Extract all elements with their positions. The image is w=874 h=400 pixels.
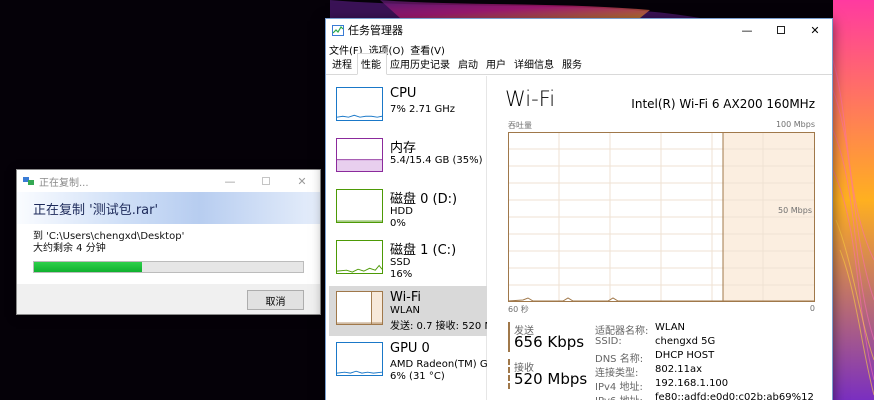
perf-item-name: 磁盘 0 (D:): [390, 192, 458, 207]
perf-item-name: Wi-Fi: [390, 290, 422, 305]
copy-dialog-title: 正在复制...: [39, 177, 89, 189]
menu-bar: 文件(F) 选项(O) 查看(V): [326, 41, 832, 57]
perf-item-detail: 7% 2.71 GHz: [390, 104, 456, 115]
property-value: chengxd 5G: [655, 336, 716, 347]
maximize-icon: [777, 26, 785, 34]
property-value: 802.11ax: [655, 364, 703, 375]
send-value: 656 Kbps: [514, 333, 585, 351]
perf-item-detail: 5.4/15.4 GB (35%): [390, 155, 483, 166]
close-icon: ✕: [810, 23, 820, 37]
perf-item-throughput: 发送: 0.7 接收: 520 Mbps: [390, 321, 487, 332]
perf-item-model: AMD Radeon(TM) Gr...: [390, 359, 487, 370]
perf-item-cpu[interactable]: CPU 7% 2.71 GHz: [329, 82, 487, 132]
perf-item-type: HDD: [390, 206, 413, 217]
perf-item-disk-1[interactable]: 磁盘 1 (C:) SSD 16%: [329, 235, 487, 285]
minimize-button[interactable]: —: [212, 170, 248, 192]
property-key: DNS 名称:: [595, 354, 644, 365]
tab-users[interactable]: 用户: [483, 56, 511, 74]
throughput-label: 吞吐量: [508, 121, 532, 130]
perf-item-gpu[interactable]: GPU 0 AMD Radeon(TM) Gr... 6% (31 °C): [329, 337, 487, 387]
property-key: IPv6 地址:: [595, 392, 643, 400]
copy-dialog-header: 正在复制 '测试包.rar': [17, 192, 320, 224]
receive-value: 520 Mbps: [514, 370, 588, 388]
property-key: IPv4 地址:: [595, 382, 643, 393]
perf-item-name: GPU 0: [390, 341, 430, 356]
property-value: 192.168.1.100: [655, 378, 729, 389]
time-span-label: 60 秒: [508, 305, 529, 314]
perf-item-memory[interactable]: 内存 5.4/15.4 GB (35%): [329, 133, 487, 183]
tab-app-history[interactable]: 应用历史记录: [387, 56, 455, 74]
max-throughput-label: 100 Mbps: [775, 120, 815, 129]
tm-maximize-button[interactable]: [764, 19, 798, 41]
tab-startup[interactable]: 启动: [455, 56, 483, 74]
perf-item-name: 内存: [390, 141, 417, 156]
perf-item-usage: 16%: [390, 269, 413, 280]
close-icon: ✕: [297, 174, 307, 188]
performance-content: CPU 7% 2.71 GHz 内存 5.4/15.4 GB (35%) 磁盘 …: [326, 76, 832, 400]
copy-remaining-time: 大约剩余 4 分钟: [33, 243, 106, 254]
tm-minimize-button[interactable]: —: [730, 19, 764, 41]
task-manager-titlebar[interactable]: 任务管理器 — ✕: [326, 19, 832, 41]
copy-headline: 正在复制 '测试包.rar': [33, 202, 159, 218]
menu-view[interactable]: 查看(V): [410, 42, 445, 57]
mid-throughput-label: 50 Mbps: [778, 206, 812, 215]
perf-item-usage: 0%: [390, 218, 406, 229]
cancel-button[interactable]: 取消: [247, 290, 304, 310]
send-indicator: [508, 322, 510, 352]
perf-item-type: SSD: [390, 257, 411, 268]
disk-1-thumbnail-graph: [336, 240, 383, 274]
maximize-button[interactable]: [248, 170, 284, 192]
perf-item-adapter: WLAN: [390, 305, 421, 316]
tm-close-button[interactable]: ✕: [798, 19, 832, 41]
zero-label: 0: [809, 304, 815, 313]
task-manager-title: 任务管理器: [348, 24, 403, 37]
property-key: SSID:: [595, 336, 622, 347]
property-value: fe80::adfd:e0d0:c02b:ab69%12: [655, 392, 814, 400]
copy-progress-fill: [34, 262, 142, 272]
perf-item-wifi[interactable]: Wi-Fi WLAN 发送: 0.7 接收: 520 Mbps: [329, 286, 487, 336]
perf-item-disk-0[interactable]: 磁盘 0 (D:) HDD 0%: [329, 184, 487, 234]
perf-item-usage: 6% (31 °C): [390, 371, 445, 382]
property-value: DHCP HOST: [655, 350, 715, 361]
tab-performance[interactable]: 性能: [357, 53, 387, 75]
property-value: WLAN: [655, 322, 686, 333]
tab-details[interactable]: 详细信息: [511, 56, 559, 74]
adapter-name: Intel(R) Wi-Fi 6 AX200 160MHz: [631, 97, 815, 111]
detail-title: Wi-Fi: [505, 87, 556, 111]
copy-progress-dialog: 正在复制... — ✕ 正在复制 '测试包.rar' 到 'C:\Users\c…: [16, 169, 321, 315]
task-manager-icon: [332, 24, 344, 36]
disk-0-thumbnail-graph: [336, 189, 383, 223]
wifi-detail-panel: Wi-Fi Intel(R) Wi-Fi 6 AX200 160MHz 吞吐量 …: [488, 76, 832, 400]
cpu-thumbnail-graph: [336, 87, 383, 121]
performance-list: CPU 7% 2.71 GHz 内存 5.4/15.4 GB (35%) 磁盘 …: [326, 76, 487, 400]
perf-item-name: CPU: [390, 86, 417, 101]
maximize-icon: [262, 177, 270, 185]
copy-dialog-body: 到 'C:\Users\chengxd\Desktop' 大约剩余 4 分钟: [17, 224, 320, 284]
minimize-icon: —: [741, 23, 753, 37]
wifi-throughput-graph: [508, 132, 815, 302]
perf-item-name: 磁盘 1 (C:): [390, 243, 457, 258]
task-manager-window: 任务管理器 — ✕ 文件(F) 选项(O) 查看(V) 进程 性能 应用历史记录…: [325, 18, 833, 400]
tab-bar: 进程 性能 应用历史记录 启动 用户 详细信息 服务: [326, 53, 832, 75]
tab-processes[interactable]: 进程: [329, 56, 357, 74]
property-key: 适配器名称:: [595, 326, 649, 337]
copy-dialog-footer: 取消: [17, 284, 320, 314]
copy-progress-bar: [33, 261, 304, 273]
property-key: 连接类型:: [595, 368, 639, 379]
close-button[interactable]: ✕: [284, 170, 320, 192]
minimize-icon: —: [224, 174, 236, 188]
memory-thumbnail-graph: [336, 138, 383, 172]
copy-files-icon: [23, 177, 34, 185]
wifi-thumbnail-graph: [336, 291, 383, 325]
gpu-thumbnail-graph: [336, 342, 383, 376]
receive-indicator: [508, 359, 510, 389]
copy-destination: 到 'C:\Users\chengxd\Desktop': [33, 231, 185, 242]
copy-dialog-titlebar[interactable]: 正在复制... — ✕: [17, 170, 320, 192]
tab-services[interactable]: 服务: [559, 56, 587, 74]
